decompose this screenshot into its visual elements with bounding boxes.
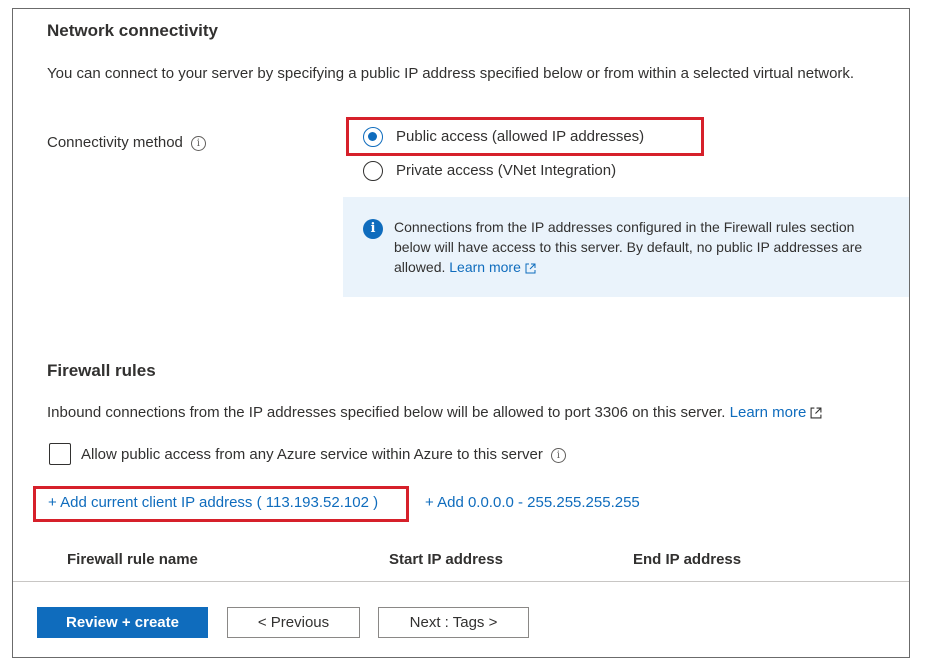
- column-header-start-ip: Start IP address: [389, 551, 503, 568]
- add-client-ip-link[interactable]: + Add current client IP address ( 113.19…: [48, 492, 378, 514]
- column-header-end-ip: End IP address: [633, 551, 742, 568]
- private-access-radio[interactable]: [363, 161, 383, 181]
- next-tags-button[interactable]: Next : Tags >: [378, 607, 529, 638]
- review-create-button[interactable]: Review + create: [37, 607, 208, 638]
- network-connectivity-heading: Network connectivity: [47, 21, 218, 40]
- firewall-learn-more-text: Learn more: [729, 404, 807, 421]
- column-header-rule-name: Firewall rule name: [67, 551, 198, 568]
- info-learn-more-link[interactable]: Learn more: [449, 259, 536, 275]
- previous-button[interactable]: < Previous: [227, 607, 360, 638]
- networking-tab-panel: Network connectivity You can connect to …: [12, 8, 910, 658]
- info-icon[interactable]: i: [550, 447, 566, 463]
- external-link-icon: [810, 407, 822, 419]
- info-message-bar: i Connections from the IP addresses conf…: [343, 197, 909, 297]
- info-filled-icon: i: [363, 219, 383, 239]
- info-icon[interactable]: i: [190, 135, 206, 151]
- info-learn-more-text: Learn more: [449, 259, 521, 275]
- footer-divider: [13, 581, 909, 582]
- allow-azure-label[interactable]: Allow public access from any Azure servi…: [81, 444, 566, 466]
- firewall-learn-more-link[interactable]: Learn more: [730, 404, 823, 421]
- add-all-ip-range-link[interactable]: + Add 0.0.0.0 - 255.255.255.255: [425, 492, 640, 514]
- firewall-rules-heading: Firewall rules: [47, 361, 156, 380]
- external-link-icon: [525, 263, 536, 274]
- public-access-radio[interactable]: [363, 127, 383, 147]
- private-access-label[interactable]: Private access (VNet Integration): [396, 160, 616, 182]
- firewall-description-text: Inbound connections from the IP addresse…: [47, 404, 726, 421]
- public-access-label[interactable]: Public access (allowed IP addresses): [396, 126, 644, 148]
- allow-azure-checkbox[interactable]: [49, 443, 71, 465]
- firewall-description: Inbound connections from the IP addresse…: [47, 402, 822, 424]
- connectivity-method-label: Connectivity method i: [47, 132, 206, 154]
- info-message: Connections from the IP addresses config…: [394, 217, 894, 277]
- connectivity-method-text: Connectivity method: [47, 134, 183, 151]
- allow-azure-text: Allow public access from any Azure servi…: [81, 446, 543, 463]
- network-connectivity-description: You can connect to your server by specif…: [47, 65, 855, 82]
